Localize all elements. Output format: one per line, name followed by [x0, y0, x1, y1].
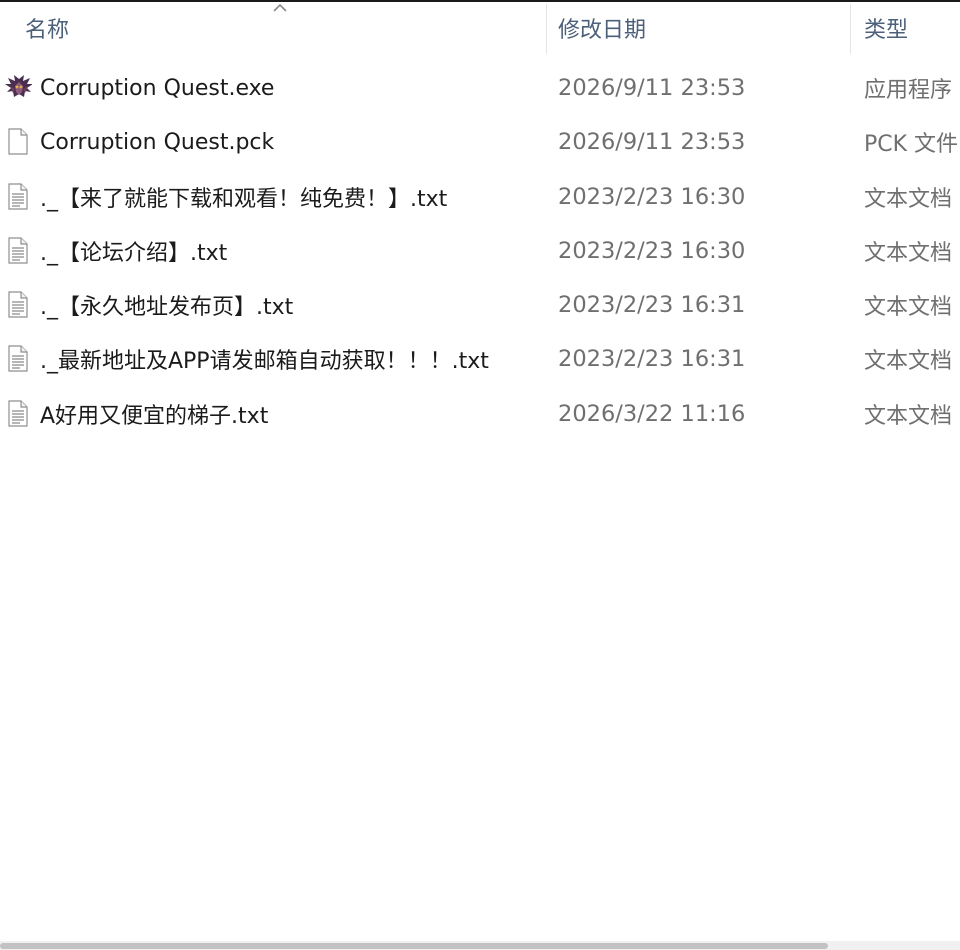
file-row[interactable]: A好用又便宜的梯子.txt 2026/3/22 11:16 文本文档 [0, 387, 960, 441]
file-type: 文本文档 [864, 349, 953, 375]
column-header-name-label: 名称 [25, 18, 70, 43]
column-header-type-label: 类型 [864, 18, 909, 43]
horizontal-scrollbar[interactable] [0, 941, 960, 950]
file-name: ._最新地址及APP请发邮箱自动获取！！！.txt [40, 349, 489, 375]
file-name: ._【论坛介绍】.txt [40, 240, 228, 266]
column-header-date-label: 修改日期 [558, 18, 647, 43]
file-row[interactable]: ._【永久地址发布页】.txt 2023/2/23 16:31 文本文档 [0, 278, 960, 332]
file-type: PCK 文件 [864, 132, 959, 158]
text-document-icon [8, 400, 28, 427]
file-name: Corruption Quest.pck [40, 129, 275, 155]
text-document-icon [8, 182, 28, 210]
column-header-type[interactable]: 类型 [851, 2, 960, 54]
file-explorer-window: 名称 修改日期 类型 Corruption Quest.exe 2026/9/1… [0, 0, 960, 950]
file-type: 文本文档 [864, 295, 953, 321]
file-row[interactable]: Corruption Quest.exe 2026/9/11 23:53 应用程… [0, 61, 960, 115]
file-name: ._【来了就能下载和观看！纯免费！】.txt [40, 186, 448, 212]
file-name: ._【永久地址发布页】.txt [40, 295, 294, 321]
file-date: 2026/9/11 23:53 [558, 75, 746, 101]
file-row[interactable]: Corruption Quest.pck 2026/9/11 23:53 PCK… [0, 115, 960, 169]
file-date: 2023/2/23 16:31 [558, 346, 746, 373]
file-date: 2023/2/23 16:30 [558, 183, 746, 210]
column-header-name[interactable]: 名称 [0, 2, 546, 54]
column-header-bar: 名称 修改日期 类型 [0, 2, 960, 54]
game-app-icon [5, 75, 32, 97]
file-name: Corruption Quest.exe [40, 75, 275, 101]
file-type: 文本文档 [864, 403, 953, 429]
file-list: Corruption Quest.exe 2026/9/11 23:53 应用程… [0, 61, 960, 441]
text-document-icon [8, 237, 28, 264]
file-row[interactable]: ._【论坛介绍】.txt 2023/2/23 16:30 文本文档 [0, 224, 960, 278]
file-date: 2026/3/22 11:16 [558, 400, 746, 427]
file-date: 2023/2/23 16:30 [558, 237, 746, 264]
blank-file-icon [8, 128, 28, 155]
horizontal-scrollbar-thumb[interactable] [0, 943, 828, 949]
text-document-icon [8, 291, 28, 318]
file-row[interactable]: ._【来了就能下载和观看！纯免费！】.txt 2023/2/23 16:30 文… [0, 170, 960, 224]
file-date: 2023/2/23 16:31 [558, 292, 746, 319]
file-row[interactable]: ._最新地址及APP请发邮箱自动获取！！！.txt 2023/2/23 16:3… [0, 332, 960, 386]
file-type: 文本文档 [864, 240, 953, 266]
file-type: 文本文档 [864, 186, 953, 212]
file-date: 2026/9/11 23:53 [558, 129, 746, 156]
text-document-icon [8, 345, 28, 373]
column-header-date-modified[interactable]: 修改日期 [547, 2, 850, 54]
file-name: A好用又便宜的梯子.txt [40, 403, 269, 429]
file-type: 应用程序 [864, 78, 953, 103]
